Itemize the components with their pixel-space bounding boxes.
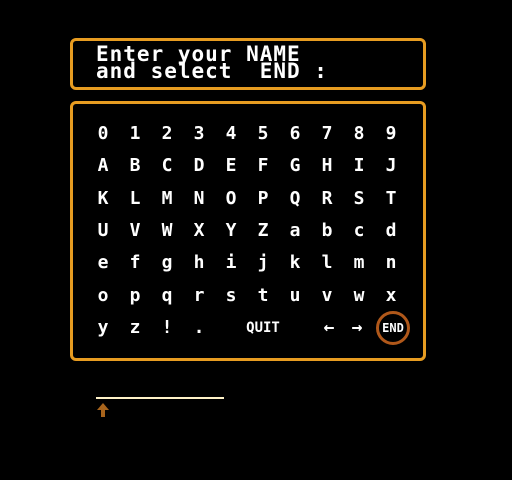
key-lower-i[interactable]: i bbox=[216, 248, 246, 278]
key-a[interactable]: A bbox=[88, 151, 118, 181]
quit-key[interactable]: QUIT bbox=[233, 313, 293, 343]
key-5[interactable]: 5 bbox=[248, 119, 278, 149]
key-lower-q[interactable]: q bbox=[152, 281, 182, 311]
key-0[interactable]: 0 bbox=[88, 119, 118, 149]
key-lower-l[interactable]: l bbox=[312, 248, 342, 278]
key-o[interactable]: O bbox=[216, 184, 246, 214]
key-lower-r[interactable]: r bbox=[184, 281, 214, 311]
key-1[interactable]: 1 bbox=[120, 119, 150, 149]
key-lower-k[interactable]: k bbox=[280, 248, 310, 278]
key-lower-a[interactable]: a bbox=[280, 216, 310, 246]
key-4[interactable]: 4 bbox=[216, 119, 246, 149]
key-lower-f[interactable]: f bbox=[120, 248, 150, 278]
key-s[interactable]: S bbox=[344, 184, 374, 214]
key-z[interactable]: Z bbox=[248, 216, 278, 246]
key-g[interactable]: G bbox=[280, 151, 310, 181]
key-x[interactable]: X bbox=[184, 216, 214, 246]
key-m[interactable]: M bbox=[152, 184, 182, 214]
key-v[interactable]: V bbox=[120, 216, 150, 246]
key-lower-b[interactable]: b bbox=[312, 216, 342, 246]
key-lower-m[interactable]: m bbox=[344, 248, 374, 278]
key-q[interactable]: Q bbox=[280, 184, 310, 214]
key-f[interactable]: F bbox=[248, 151, 278, 181]
key-lower-s[interactable]: s bbox=[216, 281, 246, 311]
key-lower-v[interactable]: v bbox=[312, 281, 342, 311]
key-6[interactable]: 6 bbox=[280, 119, 310, 149]
key-8[interactable]: 8 bbox=[344, 119, 374, 149]
key-i[interactable]: I bbox=[344, 151, 374, 181]
right-arrow-key[interactable]: → bbox=[342, 313, 372, 343]
key-c[interactable]: C bbox=[152, 151, 182, 181]
key-lower-n[interactable]: n bbox=[376, 248, 406, 278]
key-w[interactable]: W bbox=[152, 216, 182, 246]
key-e[interactable]: E bbox=[216, 151, 246, 181]
up-arrow-icon bbox=[97, 403, 109, 417]
key-3[interactable]: 3 bbox=[184, 119, 214, 149]
key-lower-o[interactable]: o bbox=[88, 281, 118, 311]
key-y[interactable]: Y bbox=[216, 216, 246, 246]
key-9[interactable]: 9 bbox=[376, 119, 406, 149]
key-lower-d[interactable]: d bbox=[376, 216, 406, 246]
key-j[interactable]: J bbox=[376, 151, 406, 181]
key-b[interactable]: B bbox=[120, 151, 150, 181]
key-lower-w[interactable]: w bbox=[344, 281, 374, 311]
prompt-line-2: and select END : bbox=[96, 59, 328, 83]
key-exclaim[interactable]: ! bbox=[152, 313, 182, 343]
key-lower-t[interactable]: t bbox=[248, 281, 278, 311]
key-7[interactable]: 7 bbox=[312, 119, 342, 149]
key-h[interactable]: H bbox=[312, 151, 342, 181]
key-lower-j[interactable]: j bbox=[248, 248, 278, 278]
key-d[interactable]: D bbox=[184, 151, 214, 181]
end-key[interactable]: END bbox=[376, 310, 410, 345]
key-lower-e[interactable]: e bbox=[88, 248, 118, 278]
key-lower-u[interactable]: u bbox=[280, 281, 310, 311]
key-2[interactable]: 2 bbox=[152, 119, 182, 149]
key-lower-g[interactable]: g bbox=[152, 248, 182, 278]
key-r[interactable]: R bbox=[312, 184, 342, 214]
key-lower-h[interactable]: h bbox=[184, 248, 214, 278]
key-lower-c[interactable]: c bbox=[344, 216, 374, 246]
key-period[interactable]: . bbox=[184, 313, 214, 343]
key-lower-x[interactable]: x bbox=[376, 281, 406, 311]
left-arrow-key[interactable]: ← bbox=[314, 313, 344, 343]
key-n[interactable]: N bbox=[184, 184, 214, 214]
key-lower-y[interactable]: y bbox=[88, 313, 118, 343]
key-u[interactable]: U bbox=[88, 216, 118, 246]
key-k[interactable]: K bbox=[88, 184, 118, 214]
key-lower-z[interactable]: z bbox=[120, 313, 150, 343]
key-l[interactable]: L bbox=[120, 184, 150, 214]
key-p[interactable]: P bbox=[248, 184, 278, 214]
key-t[interactable]: T bbox=[376, 184, 406, 214]
key-lower-p[interactable]: p bbox=[120, 281, 150, 311]
name-entry-underline bbox=[96, 397, 224, 399]
